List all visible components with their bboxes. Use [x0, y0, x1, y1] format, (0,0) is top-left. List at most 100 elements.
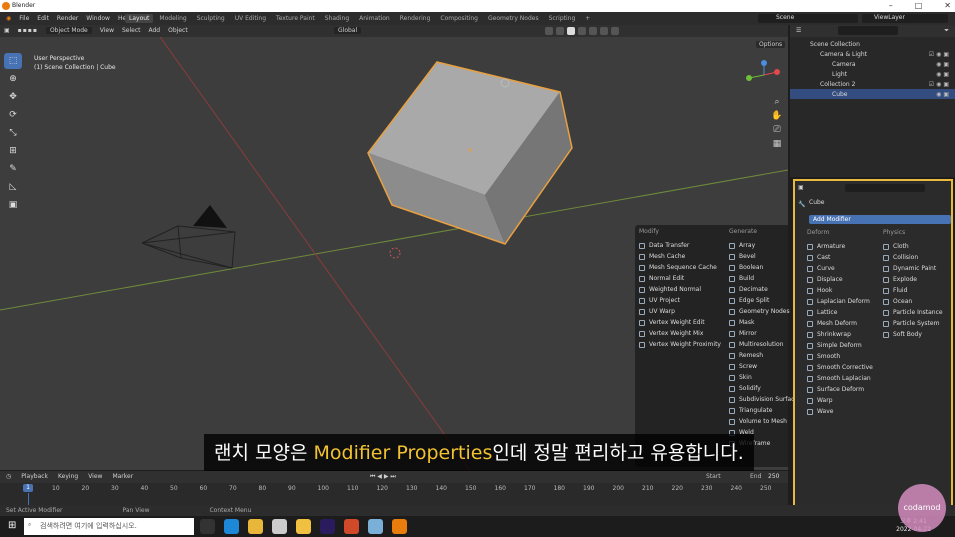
modifier-item[interactable]: Solidify: [729, 383, 798, 394]
file-explorer-icon[interactable]: [296, 519, 311, 534]
modifier-tab-icon[interactable]: 🔧: [798, 201, 805, 208]
modifier-item[interactable]: Surface Deform: [807, 384, 873, 395]
modifier-item[interactable]: Volume to Mesh: [729, 416, 798, 427]
modifier-item[interactable]: Triangulate: [729, 405, 798, 416]
timeline-menu-keying[interactable]: Keying: [58, 473, 78, 480]
menu-edit[interactable]: Edit: [37, 15, 49, 22]
modifier-item[interactable]: Smooth Corrective: [807, 362, 873, 373]
move-tool-icon[interactable]: ✥: [4, 89, 22, 105]
modifier-item[interactable]: Dynamic Paint: [883, 263, 943, 274]
blender-menu-icon[interactable]: ◉: [6, 15, 11, 22]
outliner-row[interactable]: Camera ◉▣: [790, 59, 955, 69]
zoom-icon[interactable]: ⌕: [770, 95, 784, 109]
modifier-item[interactable]: Warp: [807, 395, 873, 406]
tab-compositing[interactable]: Compositing: [436, 14, 482, 23]
modifier-item[interactable]: Curve: [807, 263, 873, 274]
modifier-item[interactable]: Bevel: [729, 251, 798, 262]
visibility-icon[interactable]: ☑◉▣: [929, 51, 951, 58]
gizmo-icon[interactable]: [611, 27, 619, 35]
maximize-icon[interactable]: □: [915, 1, 923, 10]
timeline[interactable]: 10 20 30 40 50 60 70 80 90 100 110 120 130 140 150 160 1…: [0, 483, 788, 505]
editor-type-icon[interactable]: ▣: [4, 27, 10, 34]
select-tool-icon[interactable]: ⬚: [4, 53, 22, 69]
modifier-item[interactable]: Ocean: [883, 296, 943, 307]
modifier-item[interactable]: Vertex Weight Proximity: [639, 339, 721, 350]
minimize-icon[interactable]: –: [889, 1, 893, 10]
app-icon[interactable]: [368, 519, 383, 534]
modifier-item[interactable]: Soft Body: [883, 329, 943, 340]
premiere-icon[interactable]: [320, 519, 335, 534]
outliner-search-input[interactable]: [838, 26, 898, 35]
tab-uv-editing[interactable]: UV Editing: [231, 14, 270, 23]
modifier-item[interactable]: Displace: [807, 274, 873, 285]
mode-dropdown[interactable]: Object Mode: [45, 27, 92, 34]
modifier-item[interactable]: Mesh Deform: [807, 318, 873, 329]
playback-controls[interactable]: ⏮ ◀ ▶ ⏭: [370, 473, 396, 481]
modifier-item[interactable]: UV Warp: [639, 306, 721, 317]
xray-icon[interactable]: [556, 27, 564, 35]
scene-selector[interactable]: Scene: [758, 14, 858, 23]
cursor-tool-icon[interactable]: ⊕: [4, 71, 22, 87]
viewport-menu-view[interactable]: View: [100, 27, 114, 34]
modifier-item[interactable]: Lattice: [807, 307, 873, 318]
modifier-item[interactable]: Edge Split: [729, 295, 798, 306]
current-frame-indicator[interactable]: 1: [23, 484, 33, 492]
add-workspace-button[interactable]: +: [581, 14, 594, 23]
options-dropdown[interactable]: Options: [756, 41, 786, 48]
outliner-row[interactable]: Light ◉▣: [790, 69, 955, 79]
solid-shading-icon[interactable]: [567, 27, 575, 35]
modifier-item[interactable]: Vertex Weight Mix: [639, 328, 721, 339]
tab-geometry-nodes[interactable]: Geometry Nodes: [484, 14, 543, 23]
timeline-menu-view[interactable]: View: [88, 473, 102, 480]
modifier-item[interactable]: Decimate: [729, 284, 798, 295]
modifier-item[interactable]: Laplacian Deform: [807, 296, 873, 307]
windows-start-icon[interactable]: ⊞: [8, 520, 16, 531]
outliner-row-selected[interactable]: Cube ◉▣: [790, 89, 955, 99]
tab-layout[interactable]: Layout: [125, 14, 154, 23]
rotate-tool-icon[interactable]: ⟳: [4, 107, 22, 123]
edge-icon[interactable]: [224, 519, 239, 534]
modifier-item[interactable]: Fluid: [883, 285, 943, 296]
material-shading-icon[interactable]: [578, 27, 586, 35]
chrome-icon[interactable]: [248, 519, 263, 534]
tab-texture-paint[interactable]: Texture Paint: [272, 14, 319, 23]
modifier-item[interactable]: Simple Deform: [807, 340, 873, 351]
outliner-row[interactable]: Collection 2 ☑◉▣: [790, 79, 955, 89]
outliner-editor-icon[interactable]: ☰: [796, 27, 801, 34]
add-modifier-button[interactable]: Add Modifier: [809, 215, 951, 224]
modifier-item[interactable]: Particle Instance: [883, 307, 943, 318]
add-cube-tool-icon[interactable]: ▣: [4, 197, 22, 213]
modifier-item[interactable]: Data Transfer: [639, 240, 721, 251]
visibility-icon[interactable]: [600, 27, 608, 35]
modifier-item[interactable]: Wave: [807, 406, 873, 417]
menu-render[interactable]: Render: [57, 15, 78, 22]
tab-animation[interactable]: Animation: [355, 14, 394, 23]
modifier-item[interactable]: Skin: [729, 372, 798, 383]
pan-hand-icon[interactable]: ✋: [770, 109, 784, 123]
modifier-item[interactable]: Mask: [729, 317, 798, 328]
modifier-item[interactable]: Normal Edit: [639, 273, 721, 284]
outliner-row[interactable]: Camera & Light ☑◉▣: [790, 49, 955, 59]
timeline-menu-playback[interactable]: Playback: [21, 473, 48, 480]
viewport-menu-select[interactable]: Select: [122, 27, 141, 34]
tab-sculpting[interactable]: Sculpting: [193, 14, 229, 23]
modifier-item[interactable]: Collision: [883, 252, 943, 263]
tab-modeling[interactable]: Modeling: [155, 14, 190, 23]
modifier-item[interactable]: Weighted Normal: [639, 284, 721, 295]
taskbar-search-input[interactable]: 검색하려면 여기에 입력하십시오.: [24, 518, 194, 535]
annotate-tool-icon[interactable]: ✎: [4, 161, 22, 177]
scale-tool-icon[interactable]: ⤡: [4, 125, 22, 141]
modifier-item[interactable]: Boolean: [729, 262, 798, 273]
filter-icon[interactable]: ⏷: [944, 27, 949, 35]
visibility-icon[interactable]: ◉▣: [936, 61, 951, 68]
powerpoint-icon[interactable]: [344, 519, 359, 534]
modifier-item[interactable]: Cast: [807, 252, 873, 263]
outliner-row[interactable]: Scene Collection: [790, 39, 955, 49]
tab-scripting[interactable]: Scripting: [545, 14, 580, 23]
modifier-item[interactable]: Mirror: [729, 328, 798, 339]
close-icon[interactable]: ✕: [944, 1, 951, 10]
orientation-dropdown[interactable]: Global: [334, 27, 362, 34]
properties-editor-icon[interactable]: ▣: [798, 184, 804, 191]
tab-shading[interactable]: Shading: [321, 14, 353, 23]
visibility-icon[interactable]: ☑◉▣: [929, 81, 951, 88]
